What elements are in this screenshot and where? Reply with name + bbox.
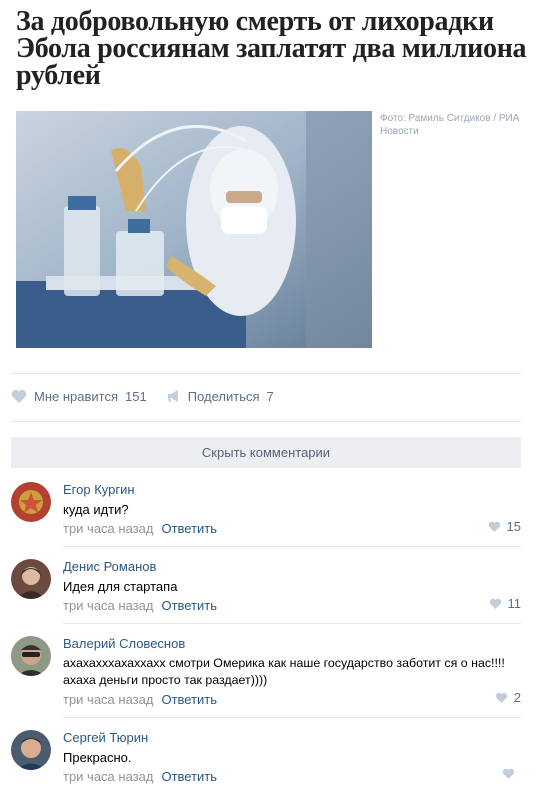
like-button[interactable]: Мне нравится 151 xyxy=(11,389,147,404)
divider xyxy=(63,546,521,547)
article-photo xyxy=(16,111,372,348)
share-label: Поделиться xyxy=(187,388,260,404)
comment-time[interactable]: три часа назад xyxy=(63,769,153,784)
comment-like-button[interactable]: 15 xyxy=(488,519,521,534)
comment-text: куда идти? xyxy=(63,502,129,517)
comment-author[interactable]: Валерий Словеснов xyxy=(63,636,521,652)
avatar[interactable] xyxy=(11,482,51,522)
comment-like-count: 11 xyxy=(507,596,522,611)
share-button[interactable]: Поделиться 7 xyxy=(167,389,274,404)
divider xyxy=(63,717,521,718)
comment-text: Идея для стартапа xyxy=(63,579,178,594)
comment-author[interactable]: Денис Романов xyxy=(63,559,521,575)
comment-text: ахахахххахаххахх смотри Омерика как наше… xyxy=(63,656,505,687)
heart-icon xyxy=(502,768,521,779)
comment-like-button[interactable]: 11 xyxy=(489,596,522,611)
post-actions: Мне нравится 151 Поделиться 7 xyxy=(11,386,274,406)
comment-time[interactable]: три часа назад xyxy=(63,692,153,707)
like-label: Мне нравится xyxy=(34,388,119,404)
article-headline: За добровольную смерть от лихорадки Эбол… xyxy=(16,6,527,91)
comment: Сергей Тюрин Прекрасно. три часа назад От… xyxy=(11,730,521,785)
reply-button[interactable]: Ответить xyxy=(161,769,217,784)
heart-icon xyxy=(11,389,34,403)
comment-author[interactable]: Егор Кургин xyxy=(63,482,521,498)
comment-time[interactable]: три часа назад xyxy=(63,521,153,536)
megaphone-icon xyxy=(167,389,188,403)
comment-like-count: 2 xyxy=(513,690,521,705)
divider xyxy=(11,421,521,422)
comment: Егор Кургин куда идти? три часа назад Отв… xyxy=(11,482,521,536)
comment-like-count: 15 xyxy=(506,519,521,534)
share-count: 7 xyxy=(266,388,274,404)
avatar[interactable] xyxy=(11,730,51,770)
comment-author[interactable]: Сергей Тюрин xyxy=(63,730,521,746)
comment: Денис Романов Идея для стартапа три часа… xyxy=(11,559,522,613)
comment-text: Прекрасно. xyxy=(63,750,132,765)
divider xyxy=(63,623,521,624)
heart-icon xyxy=(488,521,507,532)
avatar[interactable] xyxy=(11,559,51,599)
comment: Валерий Словеснов ахахахххахаххахх смотр… xyxy=(11,636,521,707)
reply-button[interactable]: Ответить xyxy=(161,521,217,536)
avatar[interactable] xyxy=(11,636,51,676)
comment-like-button[interactable]: 2 xyxy=(495,690,521,705)
heart-icon xyxy=(495,692,514,703)
reply-button[interactable]: Ответить xyxy=(161,692,217,707)
photo-credit: Фото: Рамиль Ситдиков / РИА Новости xyxy=(380,113,520,137)
like-count: 151 xyxy=(125,388,147,404)
comment-time[interactable]: три часа назад xyxy=(63,598,153,613)
comment-like-button[interactable] xyxy=(502,768,521,779)
hide-comments-button[interactable]: Скрыть комментарии xyxy=(11,437,521,468)
heart-icon xyxy=(489,598,508,609)
divider xyxy=(11,373,521,374)
reply-button[interactable]: Ответить xyxy=(161,598,217,613)
